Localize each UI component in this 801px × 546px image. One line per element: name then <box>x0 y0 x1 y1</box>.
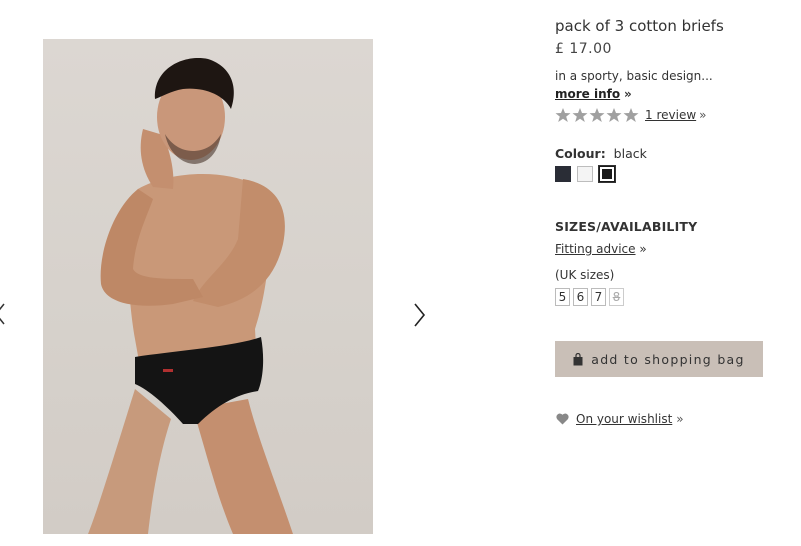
product-description: in a sporty, basic design... more info » <box>555 67 745 103</box>
heart-icon <box>556 413 569 425</box>
swatch-white[interactable] <box>577 166 593 182</box>
colour-selected-value: black <box>613 146 647 161</box>
wishlist-chevron: » <box>676 412 684 426</box>
size-options: 5 6 7 8 <box>555 288 624 306</box>
wishlist-link[interactable]: On your wishlist <box>576 412 672 426</box>
size-unit-label: (UK sizes) <box>555 268 615 282</box>
star-rating <box>555 107 639 123</box>
size-option-5[interactable]: 5 <box>555 288 570 306</box>
add-to-bag-button[interactable]: add to shopping bag <box>555 341 763 377</box>
shopping-bag-icon <box>573 352 583 365</box>
size-option-8-unavailable: 8 <box>609 288 624 306</box>
more-info-chevron: » <box>623 87 632 101</box>
chevron-left-icon[interactable] <box>0 300 8 328</box>
sizes-heading: SIZES/AVAILABILITY <box>555 219 698 234</box>
wishlist: On your wishlist » <box>556 412 684 426</box>
star-icon <box>589 108 605 122</box>
star-icon <box>555 108 571 122</box>
swatch-black[interactable] <box>598 165 616 183</box>
review-link[interactable]: 1 review <box>645 108 696 122</box>
rating: 1 review » <box>555 106 706 124</box>
chevron-right-icon[interactable] <box>411 302 427 328</box>
more-info-link[interactable]: more info <box>555 87 620 101</box>
colour-swatches <box>555 165 616 183</box>
fitting-chevron: » <box>639 242 647 256</box>
review-chevron: » <box>699 108 707 122</box>
star-icon <box>623 108 639 122</box>
add-to-bag-label: add to shopping bag <box>591 351 745 367</box>
description-text: in a sporty, basic design... <box>555 69 713 83</box>
star-icon <box>572 108 588 122</box>
fitting-advice: Fitting advice » <box>555 242 647 256</box>
size-option-6[interactable]: 6 <box>573 288 588 306</box>
colour-label-title: Colour: <box>555 146 606 161</box>
star-icon <box>606 108 622 122</box>
fitting-advice-link[interactable]: Fitting advice <box>555 242 636 256</box>
swatch-navy[interactable] <box>555 166 571 182</box>
size-option-7[interactable]: 7 <box>591 288 606 306</box>
product-title: pack of 3 cotton briefs <box>555 17 724 35</box>
product-price: £ 17.00 <box>555 41 612 57</box>
model-photo <box>88 58 293 534</box>
colour-label: Colour: black <box>555 146 647 161</box>
product-image <box>43 39 373 534</box>
